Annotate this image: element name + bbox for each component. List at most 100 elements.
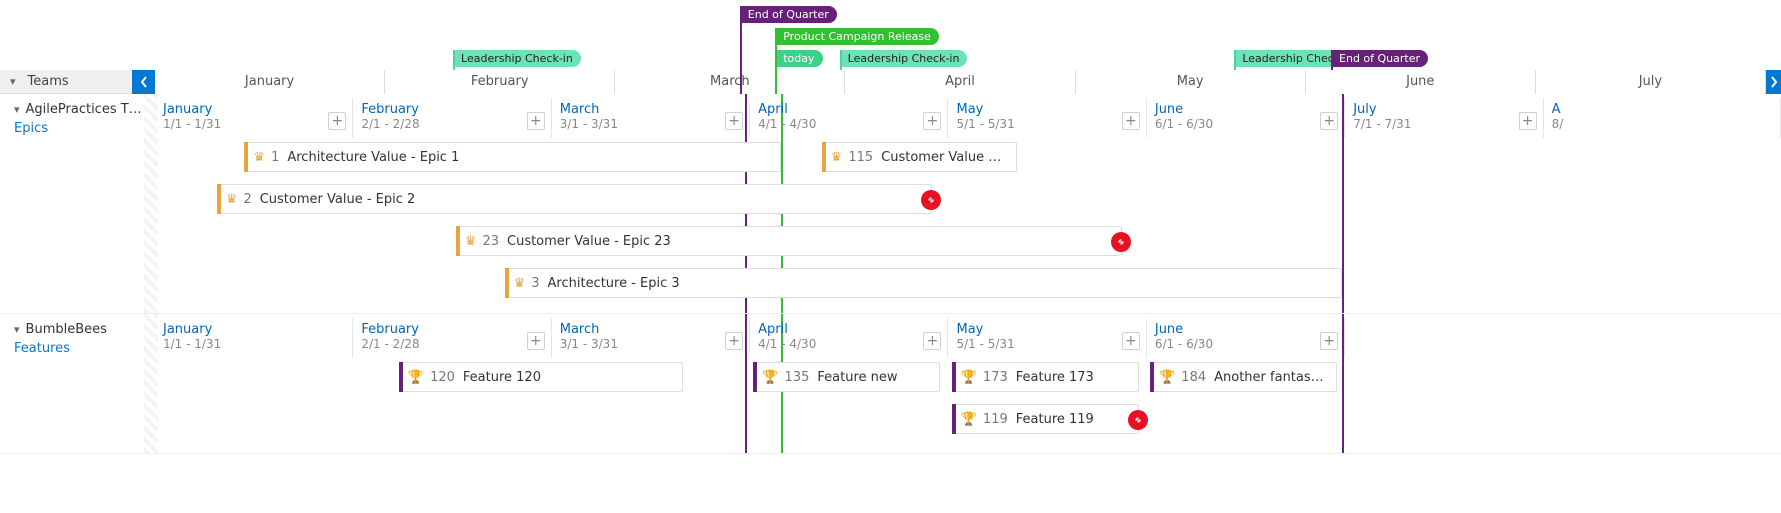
add-card-button[interactable]: + [527,112,545,130]
card-stripe [244,142,248,172]
sprint-name: A [1552,102,1772,117]
work-item-card[interactable]: ♛ 2 Customer Value - Epic 2 [217,184,932,214]
work-item-card[interactable]: 🏆 184 Another fantastic feature [1150,362,1337,392]
sprint-range: 6/1 - 6/30 [1155,117,1336,131]
work-item-card[interactable]: ♛ 23 Customer Value - Epic 23 [456,226,1123,256]
add-card-button[interactable]: + [923,332,941,350]
sprint[interactable]: June 6/1 - 6/30 + [1147,318,1345,358]
add-card-button[interactable]: + [1320,332,1338,350]
card-lane: 🏆 119 Feature 119 [155,404,1781,440]
team-row: ▾BumbleBees Features January 1/1 - 1/31 … [0,314,1781,454]
card-title: Feature 173 [1016,370,1094,385]
work-item-card[interactable]: ♛ 3 Architecture - Epic 3 [505,268,1342,298]
trophy-icon: 🏆 [961,412,977,427]
card-lane: ♛ 1 Architecture Value - Epic 1 ♛ 115 Cu… [155,142,1781,178]
dependency-icon[interactable] [1128,410,1148,430]
month-header: February [385,70,615,94]
work-item-card[interactable]: ♛ 1 Architecture Value - Epic 1 [244,142,781,172]
chevron-down-icon[interactable]: ▾ [14,323,20,336]
add-card-button[interactable]: + [1122,112,1140,130]
card-stripe [822,142,826,172]
card-stripe [753,362,757,392]
chevron-down-icon[interactable]: ▾ [10,75,16,88]
card-lane: ♛ 3 Architecture - Epic 3 [155,268,1781,304]
card-id: 3 [531,276,539,291]
card-stripe [399,362,403,392]
work-item-card[interactable]: 🏆 120 Feature 120 [399,362,684,392]
scroll-right-button[interactable] [1766,70,1781,94]
add-card-button[interactable]: + [527,332,545,350]
card-title: Feature 120 [463,370,541,385]
card-title: Architecture Value - Epic 1 [287,150,459,165]
crown-icon: ♛ [253,150,265,165]
add-card-button[interactable]: + [923,112,941,130]
card-id: 23 [482,234,499,249]
sprint-name: April [758,322,939,337]
add-card-button[interactable]: + [328,112,346,130]
sprint-name: January [163,102,344,117]
sprint[interactable]: May 5/1 - 5/31 + [948,98,1146,138]
dependency-icon[interactable] [921,190,941,210]
card-lane: 🏆 120 Feature 120 🏆 135 Feature new 🏆 17… [155,362,1781,398]
card-title: Customer Value - Epic 23 [507,234,671,249]
dependency-icon[interactable] [1111,232,1131,252]
sprint-range: 2/1 - 2/28 [361,337,542,351]
sprint[interactable]: A 8/ [1544,98,1781,138]
card-title: Feature new [817,370,897,385]
sprint-range: 1/1 - 1/31 [163,337,344,351]
sprint[interactable]: March 3/1 - 3/31 + [552,318,750,358]
cards-layer: ♛ 1 Architecture Value - Epic 1 ♛ 115 Cu… [155,142,1781,304]
card-title: Feature 119 [1016,412,1094,427]
card-id: 1 [271,150,279,165]
scroll-left-button[interactable] [132,70,155,94]
sprint[interactable]: April 4/1 - 4/30 + [750,98,948,138]
sprint[interactable]: February 2/1 - 2/28 + [353,318,551,358]
sprint[interactable]: June 6/1 - 6/30 + [1147,98,1345,138]
crown-icon: ♛ [465,234,477,249]
add-card-button[interactable]: + [725,332,743,350]
team-row: ▾AgilePractices T… Epics January 1/1 - 1… [0,94,1781,314]
timeline-header: ▾ Teams January February March April May… [0,0,1781,94]
sprint[interactable]: January 1/1 - 1/31 [155,318,353,358]
add-card-button[interactable]: + [1122,332,1140,350]
sprint[interactable]: February 2/1 - 2/28 + [353,98,551,138]
sprint-range: 5/1 - 5/31 [956,337,1137,351]
add-card-button[interactable]: + [1320,112,1338,130]
crown-icon: ♛ [831,150,843,165]
work-item-card[interactable]: ♛ 115 Customer Value - Epic 115 [822,142,1017,172]
team-backlog-type[interactable]: Features [14,341,145,356]
sprint-range: 8/ [1552,117,1772,131]
chevron-down-icon[interactable]: ▾ [14,103,20,116]
work-item-card[interactable]: 🏆 135 Feature new [753,362,940,392]
marker-pill: Product Campaign Release [775,28,939,45]
card-title: Architecture - Epic 3 [548,276,680,291]
sprint-range: 4/1 - 4/30 [758,117,939,131]
sprint-name: June [1155,322,1336,337]
sprint[interactable]: July 7/1 - 7/31 + [1345,98,1543,138]
card-id: 173 [983,370,1008,385]
work-item-card[interactable]: 🏆 119 Feature 119 [952,404,1139,434]
sprint-name: July [1353,102,1534,117]
team-name[interactable]: ▾AgilePractices T… [14,102,145,117]
trophy-icon: 🏆 [408,370,424,385]
team-name[interactable]: ▾BumbleBees [14,322,145,337]
month-header: April [845,70,1075,94]
add-card-button[interactable]: + [725,112,743,130]
trophy-icon: 🏆 [762,370,778,385]
sprint[interactable]: April 4/1 - 4/30 + [750,318,948,358]
sprint[interactable]: May 5/1 - 5/31 + [948,318,1146,358]
sprint-range: 1/1 - 1/31 [163,117,344,131]
sprint[interactable]: January 1/1 - 1/31 + [155,98,353,138]
card-stripe [505,268,509,298]
card-stripe [952,362,956,392]
crown-icon: ♛ [226,192,238,207]
trophy-icon: 🏆 [961,370,977,385]
sprint-name: February [361,102,542,117]
team-side-panel: ▾AgilePractices T… Epics [0,94,155,313]
work-item-card[interactable]: 🏆 173 Feature 173 [952,362,1139,392]
sprint[interactable]: March 3/1 - 3/31 + [552,98,750,138]
team-backlog-type[interactable]: Epics [14,121,145,136]
sprint-range: 7/1 - 7/31 [1353,117,1534,131]
add-card-button[interactable]: + [1519,112,1537,130]
month-header: May [1076,70,1306,94]
